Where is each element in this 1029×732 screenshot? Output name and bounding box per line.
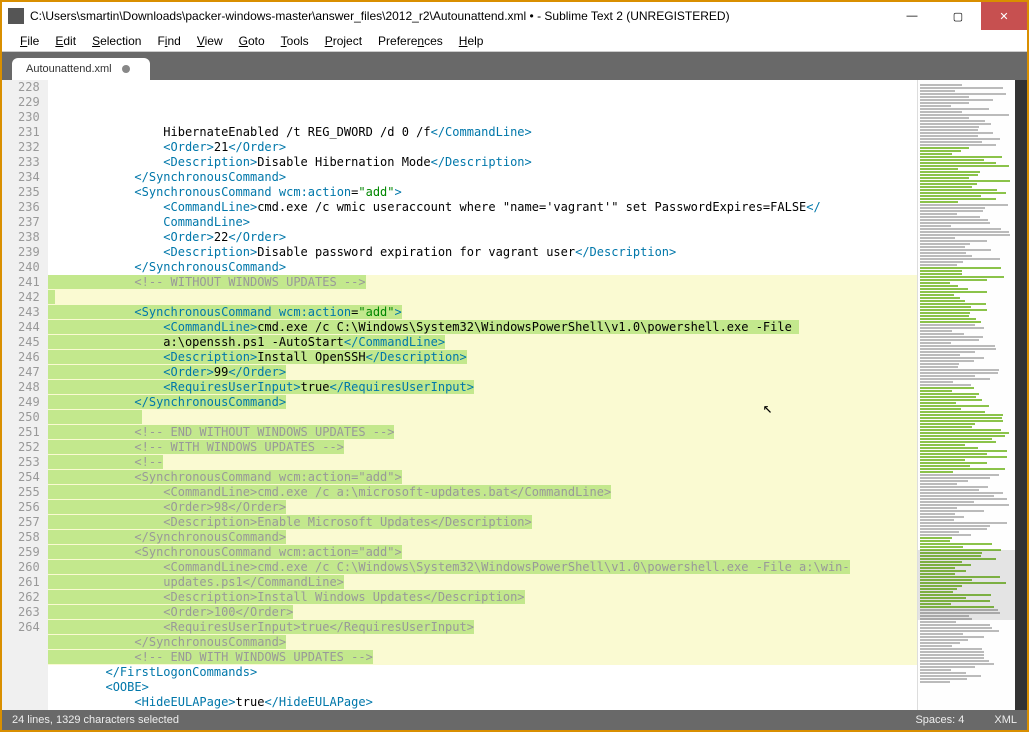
app-icon [8,8,24,24]
close-button[interactable]: ✕ [981,2,1027,30]
code-content[interactable]: ↖ HibernateEnabled /t REG_DWORD /d 0 /f<… [48,80,917,710]
status-spaces[interactable]: Spaces: 4 [915,714,964,726]
editor[interactable]: 2282292302312322332342352362372382392402… [2,80,917,710]
menu-find[interactable]: Find [149,34,188,48]
menu-goto[interactable]: Goto [231,34,273,48]
vertical-scrollbar[interactable] [1015,80,1027,710]
status-syntax[interactable]: XML [994,714,1017,726]
minimap[interactable] [917,80,1027,710]
statusbar: 24 lines, 1329 characters selected Space… [2,710,1027,730]
menu-help[interactable]: Help [451,34,492,48]
menu-project[interactable]: Project [317,34,370,48]
menu-tools[interactable]: Tools [273,34,317,48]
minimize-button[interactable]: — [889,2,935,30]
menu-view[interactable]: View [189,34,231,48]
window-title: C:\Users\smartin\Downloads\packer-window… [30,9,889,23]
editor-area: 2282292302312322332342352362372382392402… [2,80,1027,710]
titlebar[interactable]: C:\Users\smartin\Downloads\packer-window… [2,2,1027,30]
tab-label: Autounattend.xml [26,63,112,75]
status-selection: 24 lines, 1329 characters selected [12,714,179,726]
tabbar: Autounattend.xml [2,52,1027,80]
window-controls: — ▢ ✕ [889,2,1027,30]
menu-preferences[interactable]: Preferences [370,34,451,48]
maximize-button[interactable]: ▢ [935,2,981,30]
menubar: File Edit Selection Find View Goto Tools… [2,30,1027,52]
tab-autounattend[interactable]: Autounattend.xml [12,58,150,80]
menu-file[interactable]: File [12,34,47,48]
menu-edit[interactable]: Edit [47,34,84,48]
tab-dirty-icon [122,65,130,73]
menu-selection[interactable]: Selection [84,34,149,48]
minimap-viewport[interactable] [918,550,1027,620]
line-number-gutter: 2282292302312322332342352362372382392402… [2,80,48,710]
